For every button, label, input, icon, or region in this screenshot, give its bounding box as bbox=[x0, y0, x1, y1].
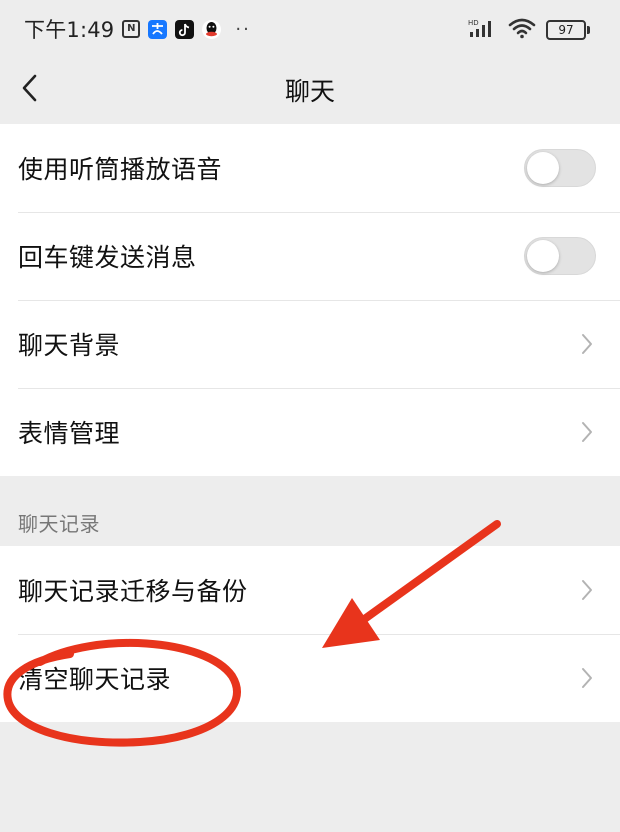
setting-row-earpiece-voice[interactable]: 使用听筒播放语音 bbox=[0, 124, 620, 212]
page-title: 聊天 bbox=[284, 77, 335, 106]
setting-label: 表情管理 bbox=[18, 419, 121, 448]
setting-label: 聊天记录迁移与备份 bbox=[18, 577, 248, 606]
setting-label: 聊天背景 bbox=[18, 331, 121, 360]
setting-row-sticker-management[interactable]: 表情管理 bbox=[0, 388, 620, 476]
svg-text:HD: HD bbox=[468, 19, 479, 27]
toggle-knob bbox=[527, 240, 559, 272]
earpiece-voice-toggle[interactable] bbox=[524, 149, 596, 187]
setting-label: 使用听筒播放语音 bbox=[18, 155, 223, 184]
tiktok-icon bbox=[175, 19, 195, 39]
battery-icon: 97 bbox=[546, 20, 590, 40]
setting-row-chat-background[interactable]: 聊天背景 bbox=[0, 300, 620, 388]
nav-bar: 聊天 bbox=[0, 58, 620, 122]
chevron-right-icon bbox=[578, 420, 596, 444]
status-right: HD 97 bbox=[468, 16, 590, 44]
hd-signal-icon: HD bbox=[468, 17, 498, 43]
settings-group-general: 使用听筒播放语音 回车键发送消息 聊天背景 表情管理 bbox=[0, 124, 620, 476]
wifi-icon bbox=[508, 17, 536, 43]
chevron-right-icon bbox=[578, 666, 596, 690]
chevron-right-icon bbox=[578, 332, 596, 356]
status-time: 下午1:49 bbox=[24, 18, 115, 42]
status-left: 下午1:49 N ·· bbox=[24, 14, 251, 44]
toggle-knob bbox=[527, 152, 559, 184]
enter-to-send-toggle[interactable] bbox=[524, 237, 596, 275]
setting-label: 回车键发送消息 bbox=[18, 243, 197, 272]
setting-row-clear-history[interactable]: 清空聊天记录 bbox=[0, 634, 620, 722]
setting-row-migrate-backup[interactable]: 聊天记录迁移与备份 bbox=[0, 546, 620, 634]
section-header-chat-history: 聊天记录 bbox=[18, 512, 100, 536]
more-notifications-icon: ·· bbox=[235, 18, 251, 40]
alipay-icon bbox=[148, 19, 168, 39]
setting-row-enter-to-send[interactable]: 回车键发送消息 bbox=[0, 212, 620, 300]
chevron-right-icon bbox=[578, 578, 596, 602]
setting-label: 清空聊天记录 bbox=[18, 665, 172, 694]
nfc-icon: N bbox=[122, 20, 141, 38]
settings-group-chat-history: 聊天记录迁移与备份 清空聊天记录 bbox=[0, 546, 620, 722]
qq-icon bbox=[202, 19, 222, 39]
status-bar: 下午1:49 N ·· HD 97 bbox=[0, 0, 620, 58]
